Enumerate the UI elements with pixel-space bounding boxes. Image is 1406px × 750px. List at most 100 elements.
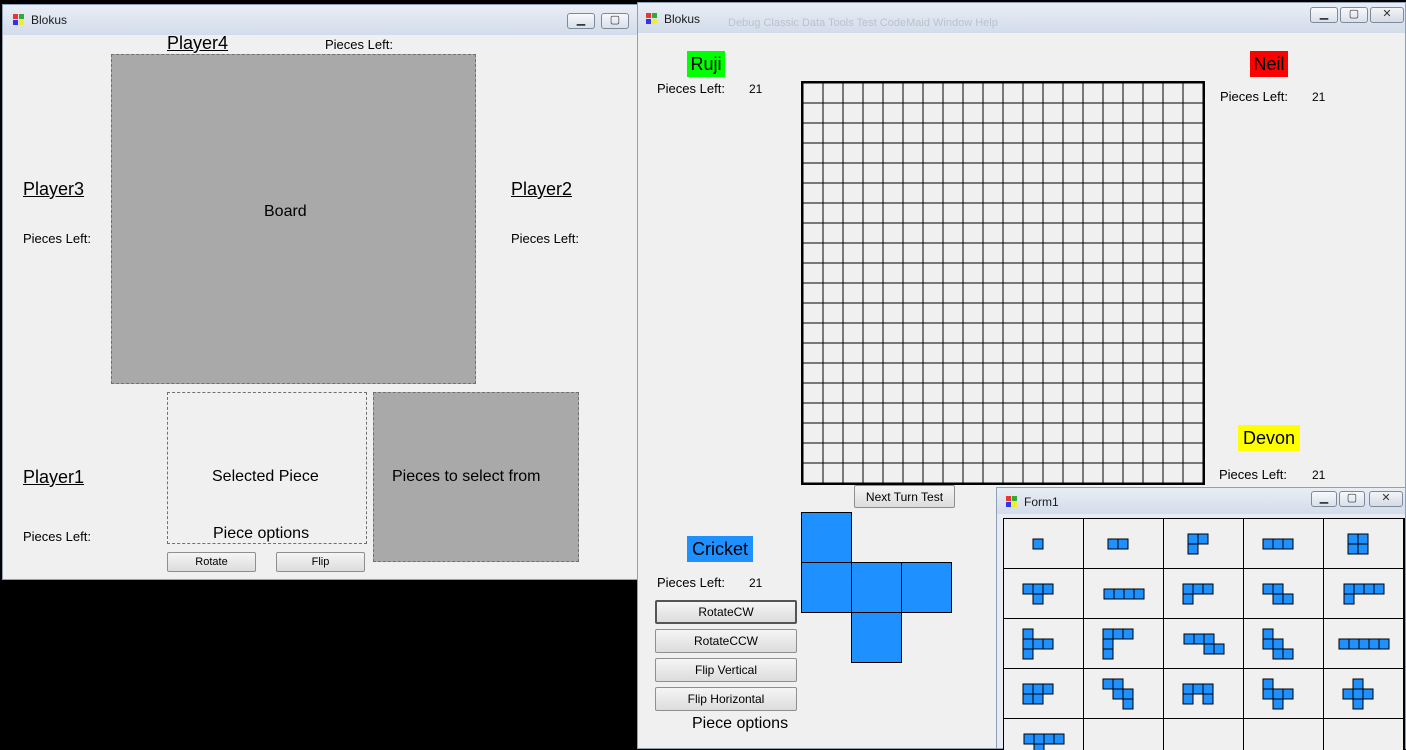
board-cell[interactable] [1003, 183, 1023, 203]
board-cell[interactable] [1103, 283, 1123, 303]
board-cell[interactable] [1043, 403, 1063, 423]
board-cell[interactable] [903, 243, 923, 263]
close-button[interactable]: ✕ [1369, 491, 1403, 507]
board-cell[interactable] [863, 363, 883, 383]
board-cell[interactable] [863, 343, 883, 363]
rotate-button[interactable]: Rotate [167, 552, 256, 572]
board-cell[interactable] [1103, 463, 1123, 483]
board-cell[interactable] [1163, 143, 1183, 163]
board-cell[interactable] [963, 83, 983, 103]
maximize-button[interactable]: ▢ [1340, 7, 1368, 23]
board-cell[interactable] [1143, 303, 1163, 323]
board-cell[interactable] [963, 143, 983, 163]
board-cell[interactable] [1163, 423, 1183, 443]
board-cell[interactable] [1063, 83, 1083, 103]
board-cell[interactable] [843, 123, 863, 143]
board-cell[interactable] [943, 103, 963, 123]
board-cell[interactable] [923, 263, 943, 283]
board-cell[interactable] [1023, 283, 1043, 303]
picker-piece-cell[interactable] [1102, 638, 1114, 650]
next-turn-button[interactable]: Next Turn Test [854, 485, 955, 508]
board-cell[interactable] [823, 103, 843, 123]
picker-piece-cell[interactable] [1182, 683, 1194, 695]
board-cell[interactable] [943, 283, 963, 303]
board-cell[interactable] [863, 463, 883, 483]
picker-piece-cell[interactable] [1042, 683, 1054, 695]
board-cell[interactable] [903, 403, 923, 423]
board-cell[interactable] [803, 323, 823, 343]
board-cell[interactable] [923, 243, 943, 263]
board-cell[interactable] [1003, 283, 1023, 303]
board-cell[interactable] [1183, 263, 1203, 283]
board-cell[interactable] [1063, 323, 1083, 343]
board-cell[interactable] [823, 323, 843, 343]
picker-piece-cell[interactable] [1187, 533, 1199, 545]
board-cell[interactable] [1163, 203, 1183, 223]
board-cell[interactable] [1083, 103, 1103, 123]
picker-piece-cell[interactable] [1272, 698, 1284, 710]
board-cell[interactable] [1183, 83, 1203, 103]
board-cell[interactable] [1143, 163, 1163, 183]
picker-piece-cell[interactable] [1187, 543, 1199, 555]
board-cell[interactable] [943, 243, 963, 263]
board-cell[interactable] [843, 423, 863, 443]
picker-piece-cell[interactable] [1122, 628, 1134, 640]
picker-piece-cell[interactable] [1133, 588, 1145, 600]
board-cell[interactable] [963, 183, 983, 203]
board-cell[interactable] [943, 263, 963, 283]
picker-piece-cell[interactable] [1032, 583, 1044, 595]
board-cell[interactable] [1023, 83, 1043, 103]
picker-piece-cell[interactable] [1042, 583, 1054, 595]
board-cell[interactable] [1043, 143, 1063, 163]
board-cell[interactable] [1063, 443, 1083, 463]
board-cell[interactable] [1083, 143, 1103, 163]
picker-piece-cell[interactable] [1032, 638, 1044, 650]
selected-piece-cell[interactable] [901, 562, 952, 613]
picker-piece-cell[interactable] [1117, 538, 1129, 550]
board-cell[interactable] [843, 263, 863, 283]
board-cell[interactable] [1143, 323, 1163, 343]
picker-piece-cell[interactable] [1262, 538, 1274, 550]
board-cell[interactable] [1123, 103, 1143, 123]
board-cell[interactable] [1163, 343, 1183, 363]
rotate-cw-button[interactable]: RotateCW [655, 600, 797, 624]
picker-piece-cell[interactable] [1353, 583, 1365, 595]
close-button[interactable]: ✕ [1370, 7, 1404, 23]
board-cell[interactable] [823, 163, 843, 183]
board-cell[interactable] [823, 343, 843, 363]
picker-piece-cell[interactable] [1262, 638, 1274, 650]
board-cell[interactable] [983, 303, 1003, 323]
picker-piece-cell[interactable] [1022, 638, 1034, 650]
board-cell[interactable] [883, 463, 903, 483]
board-cell[interactable] [1083, 183, 1103, 203]
board-cell[interactable] [823, 403, 843, 423]
board-cell[interactable] [903, 143, 923, 163]
board-cell[interactable] [923, 203, 943, 223]
board-cell[interactable] [803, 103, 823, 123]
picker-piece-cell[interactable] [1373, 583, 1385, 595]
picker-slot[interactable] [1084, 619, 1163, 668]
board-cell[interactable] [1023, 403, 1043, 423]
picker-piece-cell[interactable] [1023, 733, 1035, 745]
board-cell[interactable] [1163, 443, 1183, 463]
picker-piece-cell[interactable] [1262, 688, 1274, 700]
board-cell[interactable] [1083, 343, 1103, 363]
board-cell[interactable] [1023, 263, 1043, 283]
board-cell[interactable] [843, 103, 863, 123]
board-cell[interactable] [923, 423, 943, 443]
board-cell[interactable] [863, 283, 883, 303]
picker-piece-cell[interactable] [1347, 533, 1359, 545]
board-cell[interactable] [803, 263, 823, 283]
board-cell[interactable] [1003, 223, 1023, 243]
board-cell[interactable] [1023, 423, 1043, 443]
board-cell[interactable] [1063, 183, 1083, 203]
game-board[interactable] [801, 81, 1205, 485]
board-cell[interactable] [1103, 163, 1123, 183]
board-cell[interactable] [1043, 423, 1063, 443]
board-cell[interactable] [1083, 423, 1103, 443]
board-cell[interactable] [863, 423, 883, 443]
board-cell[interactable] [823, 463, 843, 483]
board-cell[interactable] [1103, 423, 1123, 443]
board-cell[interactable] [883, 383, 903, 403]
board-cell[interactable] [1183, 283, 1203, 303]
